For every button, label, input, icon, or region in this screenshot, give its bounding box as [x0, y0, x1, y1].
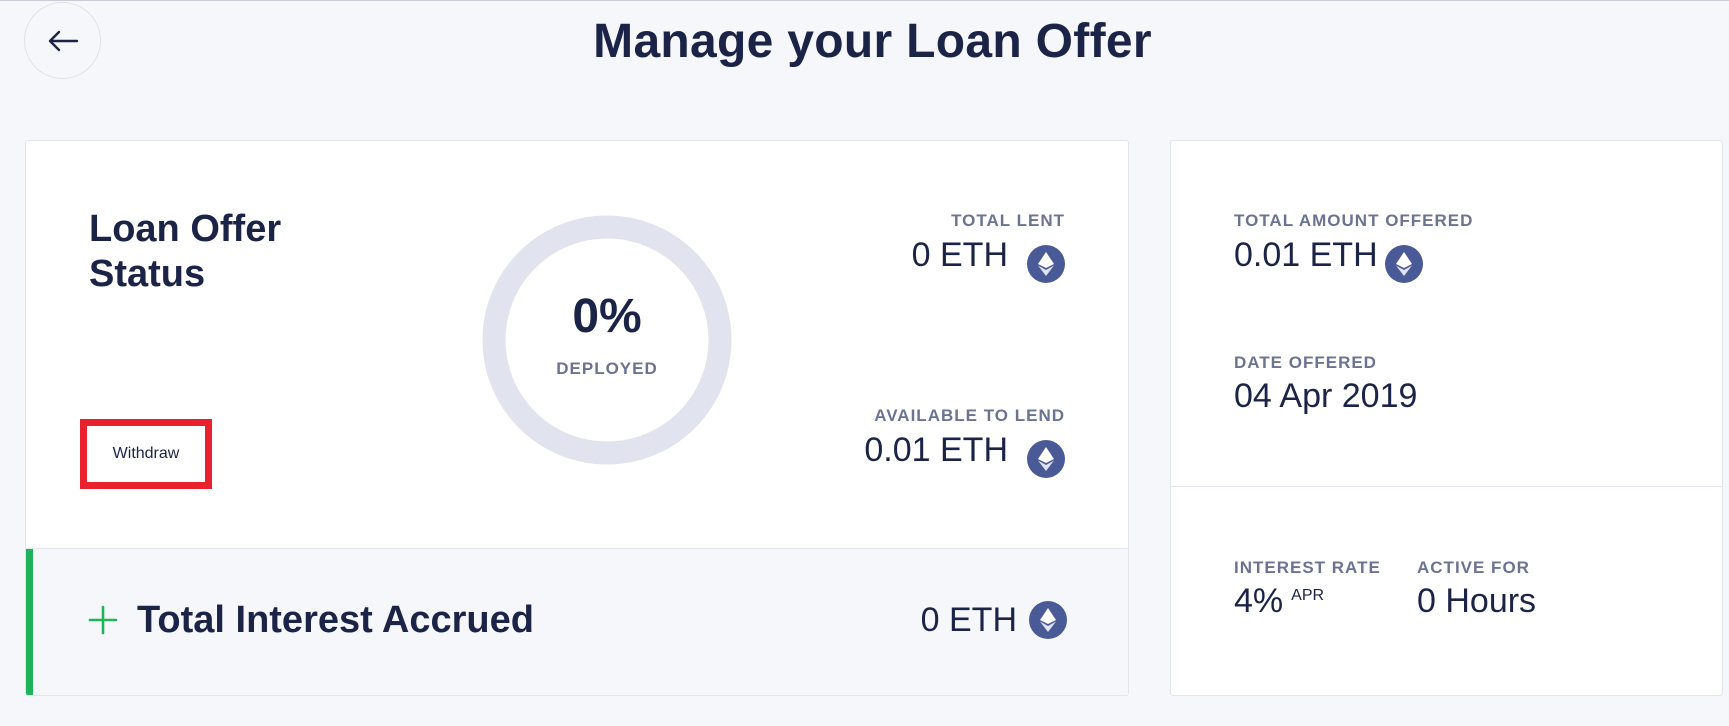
interest-rate-value: 4% APR — [1234, 582, 1324, 621]
active-for-label: ACTIVE FOR — [1417, 558, 1530, 577]
status-title-line1: Loan Offer — [89, 208, 282, 250]
status-title: Loan Offer Status — [89, 207, 281, 297]
interest-rate-label: INTEREST RATE — [1234, 558, 1381, 577]
loan-offer-status-card: Loan Offer Status Withdraw 0% DEPLOYED T… — [25, 140, 1129, 696]
eth-icon — [1029, 601, 1067, 639]
section-divider — [1171, 486, 1722, 487]
withdraw-button[interactable]: Withdraw — [87, 426, 205, 482]
interest-rate-unit: APR — [1291, 587, 1325, 604]
interest-accrued-value: 0 ETH — [920, 601, 1017, 639]
status-title-line2: Status — [89, 253, 206, 295]
plus-icon[interactable] — [88, 605, 118, 635]
total-amount-offered-label: TOTAL AMOUNT OFFERED — [1234, 211, 1474, 230]
interest-accrued-row[interactable]: Total Interest Accrued 0 ETH — [26, 548, 1128, 695]
offer-details-card: TOTAL AMOUNT OFFERED 0.01 ETH DATE OFFER… — [1170, 140, 1723, 696]
eth-icon — [1027, 245, 1065, 283]
date-offered-value: 04 Apr 2019 — [1234, 377, 1418, 415]
total-lent-value: 0 ETH — [911, 236, 1008, 274]
active-for-value: 0 Hours — [1417, 582, 1537, 620]
interest-rate-number: 4% — [1234, 582, 1284, 620]
page-title: Manage your Loan Offer — [593, 15, 1152, 68]
interest-accent-bar — [26, 549, 33, 695]
eth-icon — [1027, 440, 1065, 478]
interest-accrued-label: Total Interest Accrued — [137, 599, 534, 641]
deployed-label: DEPLOYED — [556, 359, 658, 378]
date-offered-label: DATE OFFERED — [1234, 353, 1377, 372]
available-to-lend-label: AVAILABLE TO LEND — [874, 406, 1065, 425]
top-border — [0, 0, 1729, 1]
deployed-percent: 0% — [572, 290, 642, 343]
eth-icon — [1385, 245, 1423, 283]
total-lent-label: TOTAL LENT — [951, 211, 1065, 230]
total-amount-offered-value: 0.01 ETH — [1234, 236, 1378, 274]
available-to-lend-value: 0.01 ETH — [864, 431, 1008, 469]
